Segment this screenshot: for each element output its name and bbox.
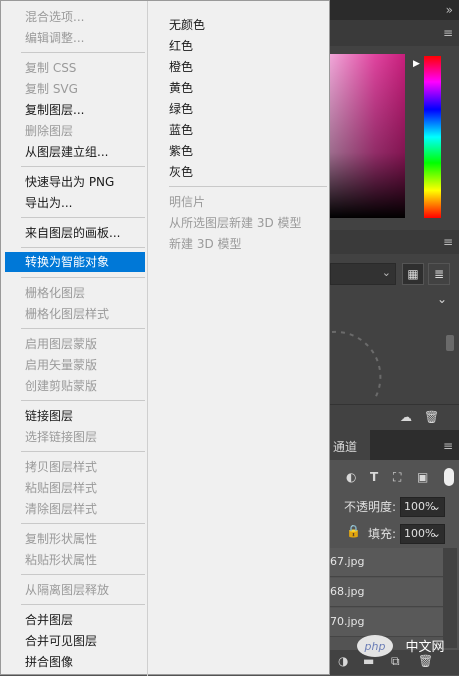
menu-separator bbox=[21, 166, 145, 167]
menu-item-blending-options[interactable]: 混合选项... bbox=[5, 7, 145, 27]
menu-item-delete-layer[interactable]: 删除图层 bbox=[5, 121, 145, 141]
chevron-down-icon: ⌄ bbox=[431, 500, 441, 513]
menu-item-yellow[interactable]: 黄色 bbox=[149, 78, 329, 98]
menu-separator bbox=[21, 574, 145, 575]
menu-item-copy-svg[interactable]: 复制 SVG bbox=[5, 79, 145, 99]
menu-item-new-3d-from-selected[interactable]: 从所选图层新建 3D 模型 bbox=[149, 213, 329, 233]
menu-item-violet[interactable]: 紫色 bbox=[149, 141, 329, 161]
svg-text:php: php bbox=[364, 640, 386, 653]
menu-separator bbox=[21, 604, 145, 605]
scrollbar-thumb[interactable] bbox=[446, 335, 454, 351]
fill-value: 100% bbox=[404, 527, 436, 540]
chevron-down-icon[interactable]: ⌄ bbox=[437, 292, 447, 306]
menu-item-gray[interactable]: 灰色 bbox=[149, 162, 329, 182]
menu-separator bbox=[21, 451, 145, 452]
chevron-down-icon: ⌄ bbox=[381, 266, 391, 279]
menu-item-artboard-from-layers[interactable]: 来自图层的画板... bbox=[5, 223, 145, 243]
menu-item-duplicate-layer[interactable]: 复制图层... bbox=[5, 100, 145, 120]
adjustment-filter-icon[interactable]: ◐ bbox=[346, 470, 356, 484]
menu-separator bbox=[21, 217, 145, 218]
layer-name: 68.jpg bbox=[330, 585, 365, 598]
libraries-footer: ☁ 🗑 bbox=[330, 404, 459, 431]
menu-separator bbox=[21, 52, 145, 53]
menu-item-enable-vector-mask[interactable]: 启用矢量蒙版 bbox=[5, 355, 145, 375]
menu-item-blue[interactable]: 蓝色 bbox=[149, 120, 329, 140]
menu-item-merge-layers[interactable]: 合并图层 bbox=[5, 610, 145, 630]
list-view-icon[interactable]: ≣ bbox=[428, 263, 450, 285]
menu-item-copy-shape-attributes[interactable]: 复制形状属性 bbox=[5, 529, 145, 549]
filter-toggle[interactable] bbox=[444, 468, 454, 486]
menu-item-merge-visible[interactable]: 合并可见图层 bbox=[5, 631, 145, 651]
hamburger-icon[interactable]: ≡ bbox=[443, 27, 453, 39]
lock-icon[interactable]: 🔒 bbox=[346, 524, 361, 538]
cloud-sync-icon[interactable]: ☁ bbox=[400, 410, 412, 424]
libraries-panel-header: ≡ bbox=[330, 230, 459, 254]
hue-pointer-icon: ▶ bbox=[413, 59, 420, 69]
menu-item-clear-layer-style[interactable]: 清除图层样式 bbox=[5, 499, 145, 519]
menu-item-rasterize-layer-style[interactable]: 栅格化图层样式 bbox=[5, 304, 145, 324]
menu-separator bbox=[21, 400, 145, 401]
chevron-down-icon: ⌄ bbox=[431, 527, 441, 540]
menu-item-orange[interactable]: 橙色 bbox=[149, 57, 329, 77]
layer-name: 67.jpg bbox=[330, 555, 365, 568]
adjustment-layer-icon[interactable]: ◑ bbox=[338, 654, 348, 668]
opacity-field[interactable]: 100% ⌄ bbox=[400, 497, 445, 517]
menu-item-flatten-image[interactable]: 拼合图像 bbox=[5, 652, 145, 672]
fill-label: 填充: bbox=[368, 527, 397, 541]
svg-text:中文网: 中文网 bbox=[405, 640, 444, 655]
shape-filter-icon[interactable]: ⛶ bbox=[393, 470, 401, 485]
menu-separator bbox=[21, 247, 145, 248]
trash-icon[interactable]: 🗑 bbox=[424, 410, 439, 424]
layer-context-menu: 混合选项... 编辑调整... 复制 CSS 复制 SVG 复制图层... 删除… bbox=[0, 0, 330, 676]
layer-row[interactable]: 67.jpg bbox=[330, 548, 443, 577]
grid-view-icon[interactable]: ▦ bbox=[402, 263, 424, 285]
hue-slider[interactable] bbox=[424, 56, 441, 218]
libraries-scrollbar[interactable] bbox=[443, 320, 457, 405]
menu-item-release-from-isolation[interactable]: 从隔离图层释放 bbox=[5, 580, 145, 600]
hamburger-icon[interactable]: ≡ bbox=[443, 236, 453, 248]
menu-item-green[interactable]: 绿色 bbox=[149, 99, 329, 119]
menu-item-create-clipping-mask[interactable]: 创建剪贴蒙版 bbox=[5, 376, 145, 396]
menu-item-paste-shape-attributes[interactable]: 粘贴形状属性 bbox=[5, 550, 145, 570]
menu-item-convert-to-smart-object[interactable]: 转换为智能对象 bbox=[5, 252, 145, 272]
menu-item-postcard[interactable]: 明信片 bbox=[149, 192, 329, 212]
menu-separator bbox=[21, 523, 145, 524]
menu-separator bbox=[21, 328, 145, 329]
menu-separator bbox=[169, 186, 327, 187]
menu-item-quick-export-png[interactable]: 快速导出为 PNG bbox=[5, 172, 145, 192]
fill-field[interactable]: 100% ⌄ bbox=[400, 524, 445, 544]
menu-item-red[interactable]: 红色 bbox=[149, 36, 329, 56]
menu-item-link-layers[interactable]: 链接图层 bbox=[5, 406, 145, 426]
smart-object-filter-icon[interactable]: ▣ bbox=[417, 470, 428, 484]
menu-separator bbox=[21, 277, 145, 278]
hamburger-icon[interactable]: ≡ bbox=[443, 440, 453, 452]
menu-item-no-color[interactable]: 无颜色 bbox=[149, 15, 329, 35]
color-field[interactable] bbox=[330, 54, 405, 218]
menu-item-rasterize-layer[interactable]: 栅格化图层 bbox=[5, 283, 145, 303]
opacity-value: 100% bbox=[404, 500, 436, 513]
type-filter-icon[interactable]: T bbox=[370, 470, 378, 484]
library-dropdown[interactable]: ⌄ bbox=[330, 263, 396, 285]
menu-item-select-linked-layers[interactable]: 选择链接图层 bbox=[5, 427, 145, 447]
dashed-circle-placeholder bbox=[331, 330, 382, 401]
panel-dock-top: » bbox=[330, 0, 459, 20]
menu-item-edit-adjustment[interactable]: 编辑调整... bbox=[5, 28, 145, 48]
color-panel-header: ≡ bbox=[330, 20, 459, 46]
php-watermark-logo: php 中文网 bbox=[357, 635, 445, 657]
layer-row[interactable]: 68.jpg bbox=[330, 578, 443, 607]
menu-item-copy-layer-style[interactable]: 拷贝图层样式 bbox=[5, 457, 145, 477]
menu-item-copy-css[interactable]: 复制 CSS bbox=[5, 58, 145, 78]
menu-item-paste-layer-style[interactable]: 粘贴图层样式 bbox=[5, 478, 145, 498]
menu-item-enable-layer-mask[interactable]: 启用图层蒙版 bbox=[5, 334, 145, 354]
menu-item-group-from-layers[interactable]: 从图层建立组... bbox=[5, 142, 145, 162]
tab-channels[interactable]: 通道 bbox=[333, 438, 357, 455]
double-chevron-right-icon[interactable]: » bbox=[446, 4, 453, 16]
menu-item-new-3d-model[interactable]: 新建 3D 模型 bbox=[149, 234, 329, 254]
menu-item-export-as[interactable]: 导出为... bbox=[5, 193, 145, 213]
opacity-label: 不透明度: bbox=[344, 500, 397, 514]
